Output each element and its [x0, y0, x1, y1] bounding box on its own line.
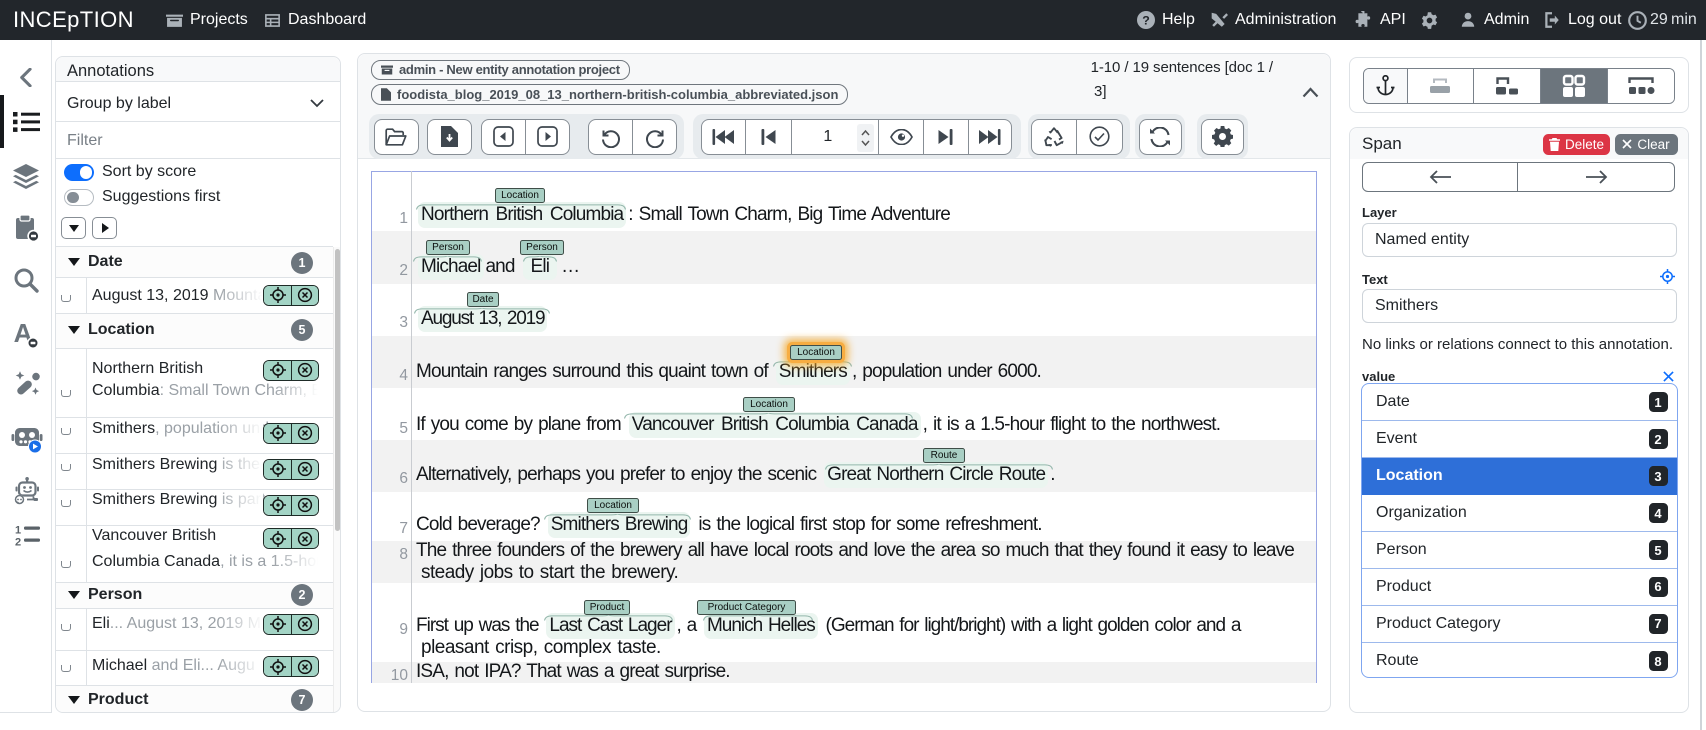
- svg-text:?: ?: [1142, 14, 1150, 28]
- svg-text:2: 2: [15, 537, 21, 549]
- svg-text:1: 1: [15, 525, 21, 537]
